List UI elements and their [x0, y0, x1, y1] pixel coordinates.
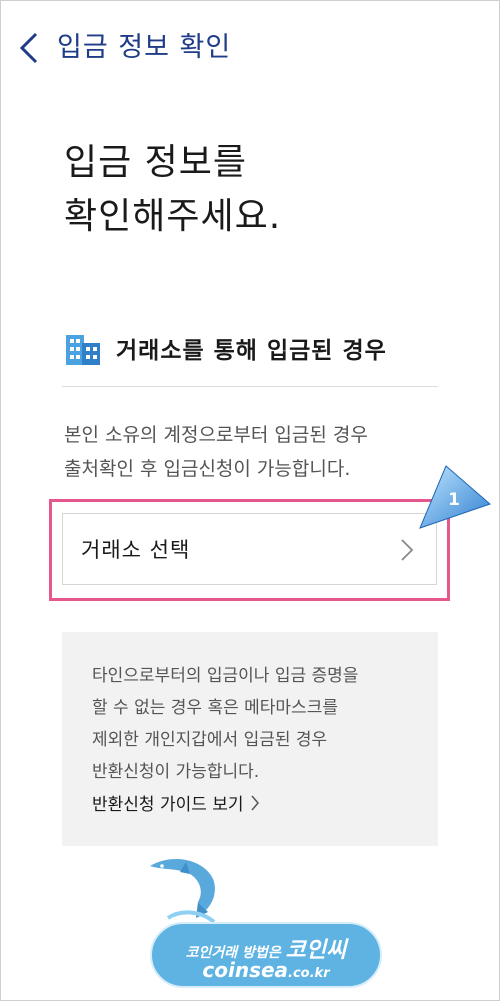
section-title-text: 거래소를 통해 입금된 경우: [116, 338, 387, 364]
chevron-right-icon: [251, 795, 259, 810]
section-description: 본인 소유의 계정으로부터 입금된 경우 출처확인 후 입금신청이 가능합니다.: [64, 418, 444, 486]
notice-text: 타인으로부터의 입금이나 입금 증명을 할 수 없는 경우 혹은 메타마스크를 …: [92, 660, 358, 788]
app-header: 입금 정보 확인: [0, 22, 500, 78]
exchange-select-label: 거래소 선택: [81, 538, 191, 562]
description-line-1: 본인 소유의 계정으로부터 입금된 경우: [64, 424, 368, 446]
notice-line-1: 타인으로부터의 입금이나 입금 증명을: [92, 666, 359, 686]
building-icon: [66, 335, 100, 365]
headline-line-2: 확인해주세요.: [64, 196, 282, 237]
refund-guide-label: 반환신청 가이드 보기: [92, 795, 244, 815]
notice-line-3: 제외한 개인지갑에서 입금된 경우: [92, 730, 328, 750]
section-title: 거래소를 통해 입금된 경우: [64, 326, 387, 370]
watermark-line-2: coinsea.co.kr: [152, 958, 380, 982]
back-chevron-icon[interactable]: [16, 30, 44, 66]
exchange-select-button[interactable]: 거래소 선택: [62, 513, 437, 585]
headline-line-1: 입금 정보를: [64, 142, 248, 183]
notice-line-2: 할 수 없는 경우 혹은 메타마스크를: [92, 698, 338, 718]
headline: 입금 정보를 확인해주세요.: [64, 136, 281, 244]
notice-box: 타인으로부터의 입금이나 입금 증명을 할 수 없는 경우 혹은 메타마스크를 …: [62, 632, 438, 846]
page-title: 입금 정보 확인: [57, 32, 232, 63]
dolphin-icon: [150, 859, 216, 924]
watermark-domain: coinsea: [202, 958, 289, 982]
chevron-right-icon: [401, 539, 414, 561]
refund-guide-link[interactable]: 반환신청 가이드 보기: [92, 790, 260, 815]
watermark-badge: 코인거래 방법은 코인씨 coinsea.co.kr: [150, 922, 382, 988]
notice-line-4: 반환신청이 가능합니다.: [92, 762, 260, 782]
watermark-domain-suffix: .co.kr: [288, 966, 330, 981]
description-line-2: 출처확인 후 입금신청이 가능합니다.: [64, 458, 351, 480]
divider: [62, 386, 438, 387]
callout-number: 1: [448, 490, 460, 510]
